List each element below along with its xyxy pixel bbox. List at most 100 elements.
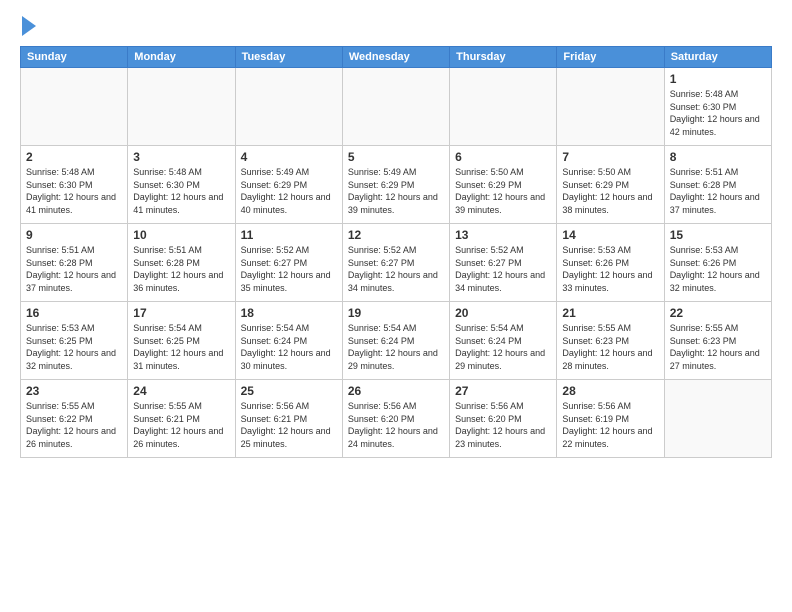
day-number: 19 xyxy=(348,306,444,320)
calendar-cell: 16 Sunrise: 5:53 AM Sunset: 6:25 PM Dayli… xyxy=(21,302,128,380)
day-number: 20 xyxy=(455,306,551,320)
calendar-cell xyxy=(450,68,557,146)
day-info: Sunrise: 5:51 AM Sunset: 6:28 PM Dayligh… xyxy=(670,166,766,216)
weekday-header-saturday: Saturday xyxy=(664,47,771,68)
day-info: Sunrise: 5:55 AM Sunset: 6:22 PM Dayligh… xyxy=(26,400,122,450)
calendar-cell: 1 Sunrise: 5:48 AM Sunset: 6:30 PM Daylig… xyxy=(664,68,771,146)
day-number: 28 xyxy=(562,384,658,398)
logo-arrow-icon xyxy=(22,16,36,36)
calendar-cell: 2Sunrise: 5:48 AM Sunset: 6:30 PM Daylig… xyxy=(21,146,128,224)
day-number: 23 xyxy=(26,384,122,398)
calendar-cell: 5 Sunrise: 5:49 AM Sunset: 6:29 PM Daylig… xyxy=(342,146,449,224)
calendar-week-3: 16 Sunrise: 5:53 AM Sunset: 6:25 PM Dayli… xyxy=(21,302,772,380)
day-info: Sunrise: 5:53 AM Sunset: 6:25 PM Dayligh… xyxy=(26,322,122,372)
calendar-cell: 28 Sunrise: 5:56 AM Sunset: 6:19 PM Dayli… xyxy=(557,380,664,458)
calendar-week-1: 2Sunrise: 5:48 AM Sunset: 6:30 PM Daylig… xyxy=(21,146,772,224)
day-info: Sunrise: 5:55 AM Sunset: 6:23 PM Dayligh… xyxy=(670,322,766,372)
calendar-cell: 24 Sunrise: 5:55 AM Sunset: 6:21 PM Dayli… xyxy=(128,380,235,458)
day-number: 17 xyxy=(133,306,229,320)
calendar-cell: 7 Sunrise: 5:50 AM Sunset: 6:29 PM Daylig… xyxy=(557,146,664,224)
day-info: Sunrise: 5:54 AM Sunset: 6:24 PM Dayligh… xyxy=(348,322,444,372)
calendar-cell xyxy=(664,380,771,458)
day-info: Sunrise: 5:56 AM Sunset: 6:19 PM Dayligh… xyxy=(562,400,658,450)
calendar-cell xyxy=(128,68,235,146)
day-number: 12 xyxy=(348,228,444,242)
day-number: 15 xyxy=(670,228,766,242)
calendar-cell: 27 Sunrise: 5:56 AM Sunset: 6:20 PM Dayli… xyxy=(450,380,557,458)
day-info: Sunrise: 5:52 AM Sunset: 6:27 PM Dayligh… xyxy=(348,244,444,294)
day-number: 3 xyxy=(133,150,229,164)
day-info: Sunrise: 5:49 AM Sunset: 6:29 PM Dayligh… xyxy=(241,166,337,216)
day-info: Sunrise: 5:54 AM Sunset: 6:25 PM Dayligh… xyxy=(133,322,229,372)
calendar-cell: 11 Sunrise: 5:52 AM Sunset: 6:27 PM Dayli… xyxy=(235,224,342,302)
calendar-cell xyxy=(557,68,664,146)
day-number: 11 xyxy=(241,228,337,242)
calendar-cell xyxy=(21,68,128,146)
calendar-cell: 15Sunrise: 5:53 AM Sunset: 6:26 PM Dayli… xyxy=(664,224,771,302)
weekday-header-sunday: Sunday xyxy=(21,47,128,68)
calendar-cell: 6 Sunrise: 5:50 AM Sunset: 6:29 PM Daylig… xyxy=(450,146,557,224)
day-info: Sunrise: 5:50 AM Sunset: 6:29 PM Dayligh… xyxy=(562,166,658,216)
weekday-header-tuesday: Tuesday xyxy=(235,47,342,68)
day-info: Sunrise: 5:51 AM Sunset: 6:28 PM Dayligh… xyxy=(133,244,229,294)
day-info: Sunrise: 5:49 AM Sunset: 6:29 PM Dayligh… xyxy=(348,166,444,216)
day-number: 10 xyxy=(133,228,229,242)
day-info: Sunrise: 5:55 AM Sunset: 6:21 PM Dayligh… xyxy=(133,400,229,450)
calendar-cell: 13 Sunrise: 5:52 AM Sunset: 6:27 PM Dayli… xyxy=(450,224,557,302)
day-number: 26 xyxy=(348,384,444,398)
calendar-cell xyxy=(342,68,449,146)
day-info: Sunrise: 5:55 AM Sunset: 6:23 PM Dayligh… xyxy=(562,322,658,372)
calendar-cell: 18 Sunrise: 5:54 AM Sunset: 6:24 PM Dayli… xyxy=(235,302,342,380)
day-info: Sunrise: 5:56 AM Sunset: 6:20 PM Dayligh… xyxy=(348,400,444,450)
day-number: 21 xyxy=(562,306,658,320)
calendar-cell: 25 Sunrise: 5:56 AM Sunset: 6:21 PM Dayli… xyxy=(235,380,342,458)
calendar-cell xyxy=(235,68,342,146)
day-info: Sunrise: 5:48 AM Sunset: 6:30 PM Dayligh… xyxy=(26,166,122,216)
day-number: 14 xyxy=(562,228,658,242)
weekday-header-wednesday: Wednesday xyxy=(342,47,449,68)
day-number: 4 xyxy=(241,150,337,164)
calendar-cell: 8 Sunrise: 5:51 AM Sunset: 6:28 PM Daylig… xyxy=(664,146,771,224)
day-number: 24 xyxy=(133,384,229,398)
calendar-week-2: 9 Sunrise: 5:51 AM Sunset: 6:28 PM Daylig… xyxy=(21,224,772,302)
calendar-cell: 14 Sunrise: 5:53 AM Sunset: 6:26 PM Dayli… xyxy=(557,224,664,302)
calendar-week-0: 1 Sunrise: 5:48 AM Sunset: 6:30 PM Daylig… xyxy=(21,68,772,146)
weekday-header-thursday: Thursday xyxy=(450,47,557,68)
day-number: 18 xyxy=(241,306,337,320)
calendar-cell: 26 Sunrise: 5:56 AM Sunset: 6:20 PM Dayli… xyxy=(342,380,449,458)
calendar-week-4: 23 Sunrise: 5:55 AM Sunset: 6:22 PM Dayli… xyxy=(21,380,772,458)
weekday-header-monday: Monday xyxy=(128,47,235,68)
day-info: Sunrise: 5:48 AM Sunset: 6:30 PM Dayligh… xyxy=(670,88,766,138)
header xyxy=(20,16,772,36)
day-info: Sunrise: 5:52 AM Sunset: 6:27 PM Dayligh… xyxy=(241,244,337,294)
day-number: 25 xyxy=(241,384,337,398)
day-info: Sunrise: 5:56 AM Sunset: 6:21 PM Dayligh… xyxy=(241,400,337,450)
day-number: 27 xyxy=(455,384,551,398)
day-number: 9 xyxy=(26,228,122,242)
day-info: Sunrise: 5:53 AM Sunset: 6:26 PM Dayligh… xyxy=(562,244,658,294)
day-info: Sunrise: 5:54 AM Sunset: 6:24 PM Dayligh… xyxy=(455,322,551,372)
calendar-cell: 12 Sunrise: 5:52 AM Sunset: 6:27 PM Dayli… xyxy=(342,224,449,302)
day-number: 16 xyxy=(26,306,122,320)
day-number: 13 xyxy=(455,228,551,242)
calendar-cell: 10 Sunrise: 5:51 AM Sunset: 6:28 PM Dayli… xyxy=(128,224,235,302)
day-number: 7 xyxy=(562,150,658,164)
day-number: 6 xyxy=(455,150,551,164)
calendar-cell: 21 Sunrise: 5:55 AM Sunset: 6:23 PM Dayli… xyxy=(557,302,664,380)
day-info: Sunrise: 5:54 AM Sunset: 6:24 PM Dayligh… xyxy=(241,322,337,372)
day-info: Sunrise: 5:50 AM Sunset: 6:29 PM Dayligh… xyxy=(455,166,551,216)
calendar-cell: 22 Sunrise: 5:55 AM Sunset: 6:23 PM Dayli… xyxy=(664,302,771,380)
day-info: Sunrise: 5:52 AM Sunset: 6:27 PM Dayligh… xyxy=(455,244,551,294)
calendar-cell: 4 Sunrise: 5:49 AM Sunset: 6:29 PM Daylig… xyxy=(235,146,342,224)
day-info: Sunrise: 5:56 AM Sunset: 6:20 PM Dayligh… xyxy=(455,400,551,450)
day-number: 8 xyxy=(670,150,766,164)
day-info: Sunrise: 5:48 AM Sunset: 6:30 PM Dayligh… xyxy=(133,166,229,216)
day-number: 5 xyxy=(348,150,444,164)
day-number: 1 xyxy=(670,72,766,86)
day-info: Sunrise: 5:51 AM Sunset: 6:28 PM Dayligh… xyxy=(26,244,122,294)
calendar-cell: 20 Sunrise: 5:54 AM Sunset: 6:24 PM Dayli… xyxy=(450,302,557,380)
logo xyxy=(20,16,36,36)
day-number: 22 xyxy=(670,306,766,320)
page: SundayMondayTuesdayWednesdayThursdayFrid… xyxy=(0,0,792,612)
calendar-cell: 17 Sunrise: 5:54 AM Sunset: 6:25 PM Dayli… xyxy=(128,302,235,380)
